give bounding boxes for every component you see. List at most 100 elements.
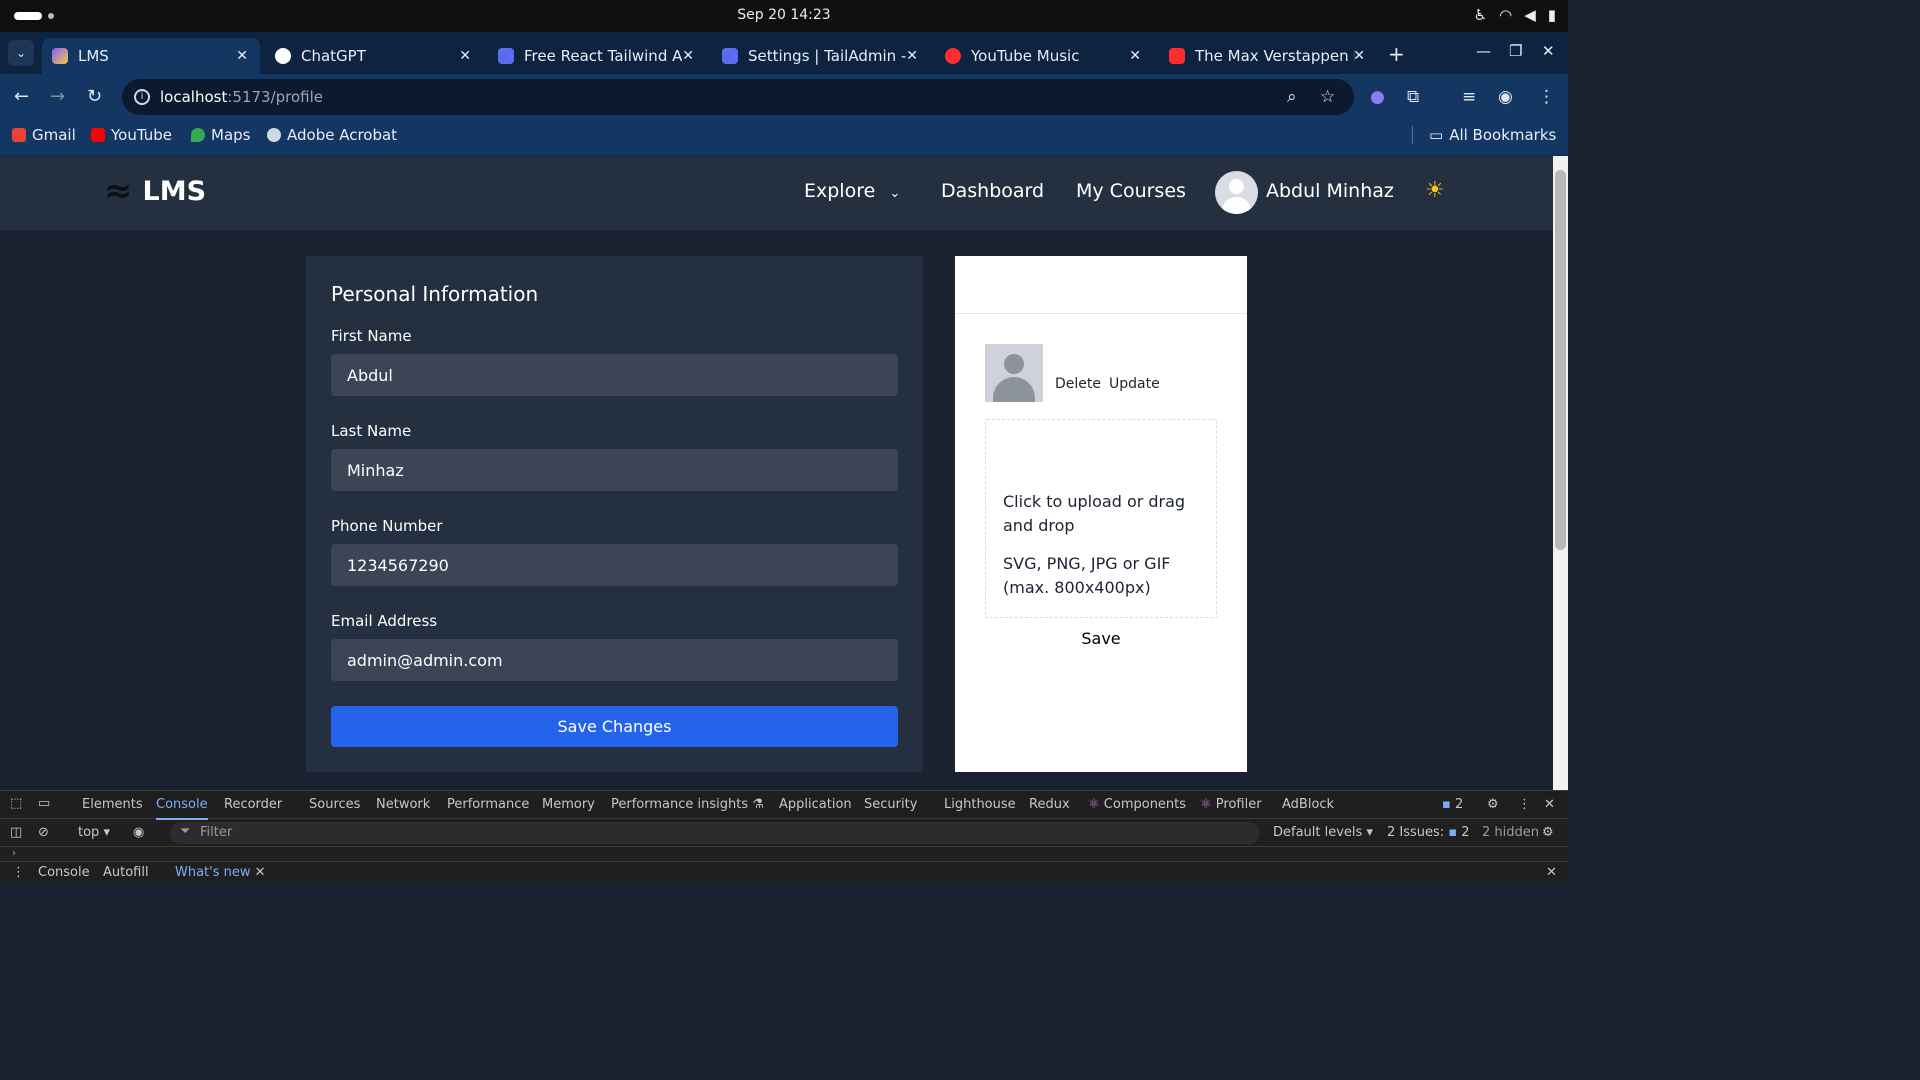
nav-dashboard[interactable]: Dashboard [941,180,1044,202]
media-queue-icon[interactable]: ≡ [1462,87,1476,107]
browser-tab-youtube-video[interactable]: The Max Verstappen F ✕ [1159,38,1377,74]
close-icon[interactable]: ✕ [255,865,266,880]
all-bookmarks[interactable]: ▭ All Bookmarks [1412,126,1556,144]
drawer-tab-console[interactable]: Console [38,865,90,880]
reload-icon[interactable]: ↻ [87,86,102,107]
save-photo-button[interactable]: Save [955,629,1247,648]
new-tab-button[interactable]: + [1388,42,1405,66]
phone-number-label: Phone Number [331,517,443,535]
first-name-input[interactable] [331,354,898,396]
back-icon[interactable]: ← [14,86,29,107]
issues-counter[interactable]: ▪ 2 [1442,797,1463,812]
system-tray[interactable]: ♿ ◠ ◀ ▮ [1474,6,1556,24]
url-path: :5173/profile [227,88,324,106]
close-tab-icon[interactable]: ✕ [1129,38,1141,74]
device-toolbar-icon[interactable]: ▭ [38,796,50,811]
extensions-puzzle-icon[interactable]: ⧉ [1407,87,1419,107]
bookmark-label: Adobe Acrobat [287,126,398,144]
devtools-tab-lighthouse[interactable]: Lighthouse [944,797,1016,812]
console-filter-input[interactable]: ⏷ Filter [170,822,1260,844]
devtools-tab-performance-insights[interactable]: Performance insights ⚗ [611,797,764,812]
address-bar[interactable]: i localhost:5173/profile ⌕ ☆ [122,79,1354,115]
url-text[interactable]: localhost:5173/profile [160,88,323,106]
page-scrollbar[interactable] [1553,156,1568,790]
zoom-icon[interactable]: ⌕ [1287,87,1297,107]
update-photo-button[interactable]: Update [1109,376,1160,392]
close-drawer-icon[interactable]: ✕ [1546,865,1557,880]
log-levels-dropdown[interactable]: Default levels ▾ [1273,825,1373,840]
user-avatar[interactable] [1215,171,1258,214]
restore-icon[interactable]: ❐ [1509,42,1522,60]
issues-link[interactable]: 2 Issues: ▪ 2 [1387,825,1470,840]
email-address-input[interactable] [331,639,898,681]
devtools-tab-application[interactable]: Application [779,797,852,812]
extension-ghost-icon[interactable]: ● [1370,87,1385,107]
last-name-input[interactable] [331,449,898,491]
devtools-tab-performance[interactable]: Performance [447,797,529,812]
close-tab-icon[interactable]: ✕ [236,38,248,74]
close-window-icon[interactable]: ✕ [1542,42,1555,60]
drawer-tab-autofill[interactable]: Autofill [103,865,149,880]
console-prompt-icon[interactable]: › [12,848,16,859]
drawer-menu-icon[interactable]: ⋮ [12,865,25,880]
browser-tab-tailadmin-free[interactable]: Free React Tailwind A ✕ [488,38,706,74]
context-selector[interactable]: top ▾ [78,825,110,840]
tab-search-button[interactable]: ⌄ [8,40,34,66]
bookmark-star-icon[interactable]: ☆ [1320,87,1335,107]
browser-tab-lms[interactable]: LMS ✕ [42,38,260,74]
battery-icon: ▮ [1547,6,1556,24]
theme-toggle-sun-icon[interactable]: ☀ [1425,178,1445,203]
devtools-tab-recorder[interactable]: Recorder [224,797,282,812]
devtools-tab-network[interactable]: Network [376,797,430,812]
logo-text: LMS [142,175,207,207]
accessibility-icon[interactable]: ♿ [1474,6,1487,24]
live-expression-eye-icon[interactable]: ◉ [133,825,144,840]
close-tab-icon[interactable]: ✕ [1353,38,1365,74]
scrollbar-thumb[interactable] [1555,170,1566,550]
os-clock[interactable]: Sep 20 14:23 [0,7,1568,23]
bookmark-maps[interactable]: Maps [191,126,250,144]
sidebar-toggle-icon[interactable]: ◫ [10,825,22,840]
browser-tab-youtube-music[interactable]: YouTube Music ✕ [935,38,1153,74]
devtools-tab-console[interactable]: Console [156,797,208,820]
forward-icon[interactable]: → [50,86,65,107]
bookmark-adobe-acrobat[interactable]: Adobe Acrobat [267,126,397,144]
user-name[interactable]: Abdul Minhaz [1266,180,1394,202]
close-tab-icon[interactable]: ✕ [682,38,694,74]
issue-count: 2 [1454,797,1464,812]
devtools-tab-profiler[interactable]: ⚛ Profiler [1200,797,1262,812]
devtools-tab-security[interactable]: Security [864,797,917,812]
clear-console-icon[interactable]: ⊘ [38,825,49,840]
devtools-menu-icon[interactable]: ⋮ [1518,797,1531,812]
devtools-tab-memory[interactable]: Memory [542,797,595,812]
devtools-tab-sources[interactable]: Sources [309,797,360,812]
close-tab-icon[interactable]: ✕ [906,38,918,74]
file-upload-dropzone[interactable]: Click to upload or drag and drop SVG, PN… [985,419,1217,618]
devtools-tab-elements[interactable]: Elements [82,797,143,812]
app-logo[interactable]: ≈ LMS [104,174,206,208]
inspect-element-icon[interactable]: ⬚ [10,796,22,811]
devtools-tab-adblock[interactable]: AdBlock [1282,797,1334,812]
site-info-icon[interactable]: i [134,89,150,105]
phone-number-input[interactable] [331,544,898,586]
bookmark-youtube[interactable]: YouTube [91,126,172,144]
kebab-menu-icon[interactable]: ⋮ [1538,87,1555,107]
devtools-tab-components[interactable]: ⚛ Components [1088,797,1186,812]
close-tab-icon[interactable]: ✕ [459,38,471,74]
nav-my-courses[interactable]: My Courses [1076,180,1186,202]
nav-explore[interactable]: Explore ⌄ [804,180,900,202]
devtools-tab-redux[interactable]: Redux [1029,797,1070,812]
minimize-icon[interactable]: — [1476,42,1491,60]
console-settings-icon[interactable]: ⚙ [1542,825,1554,840]
bookmark-gmail[interactable]: Gmail [12,126,76,144]
flask-icon: ⚗ [752,797,764,812]
card-divider [955,313,1247,314]
delete-photo-button[interactable]: Delete [1055,376,1101,392]
browser-tab-tailadmin-settings[interactable]: Settings | TailAdmin - ✕ [712,38,930,74]
save-changes-button[interactable]: Save Changes [331,706,898,747]
browser-tab-chatgpt[interactable]: ChatGPT ✕ [265,38,483,74]
close-devtools-icon[interactable]: ✕ [1544,797,1555,812]
drawer-tab-whats-new[interactable]: What's new ✕ [175,865,266,880]
profile-avatar-icon[interactable]: ◉ [1498,87,1513,107]
settings-gear-icon[interactable]: ⚙ [1487,797,1499,812]
